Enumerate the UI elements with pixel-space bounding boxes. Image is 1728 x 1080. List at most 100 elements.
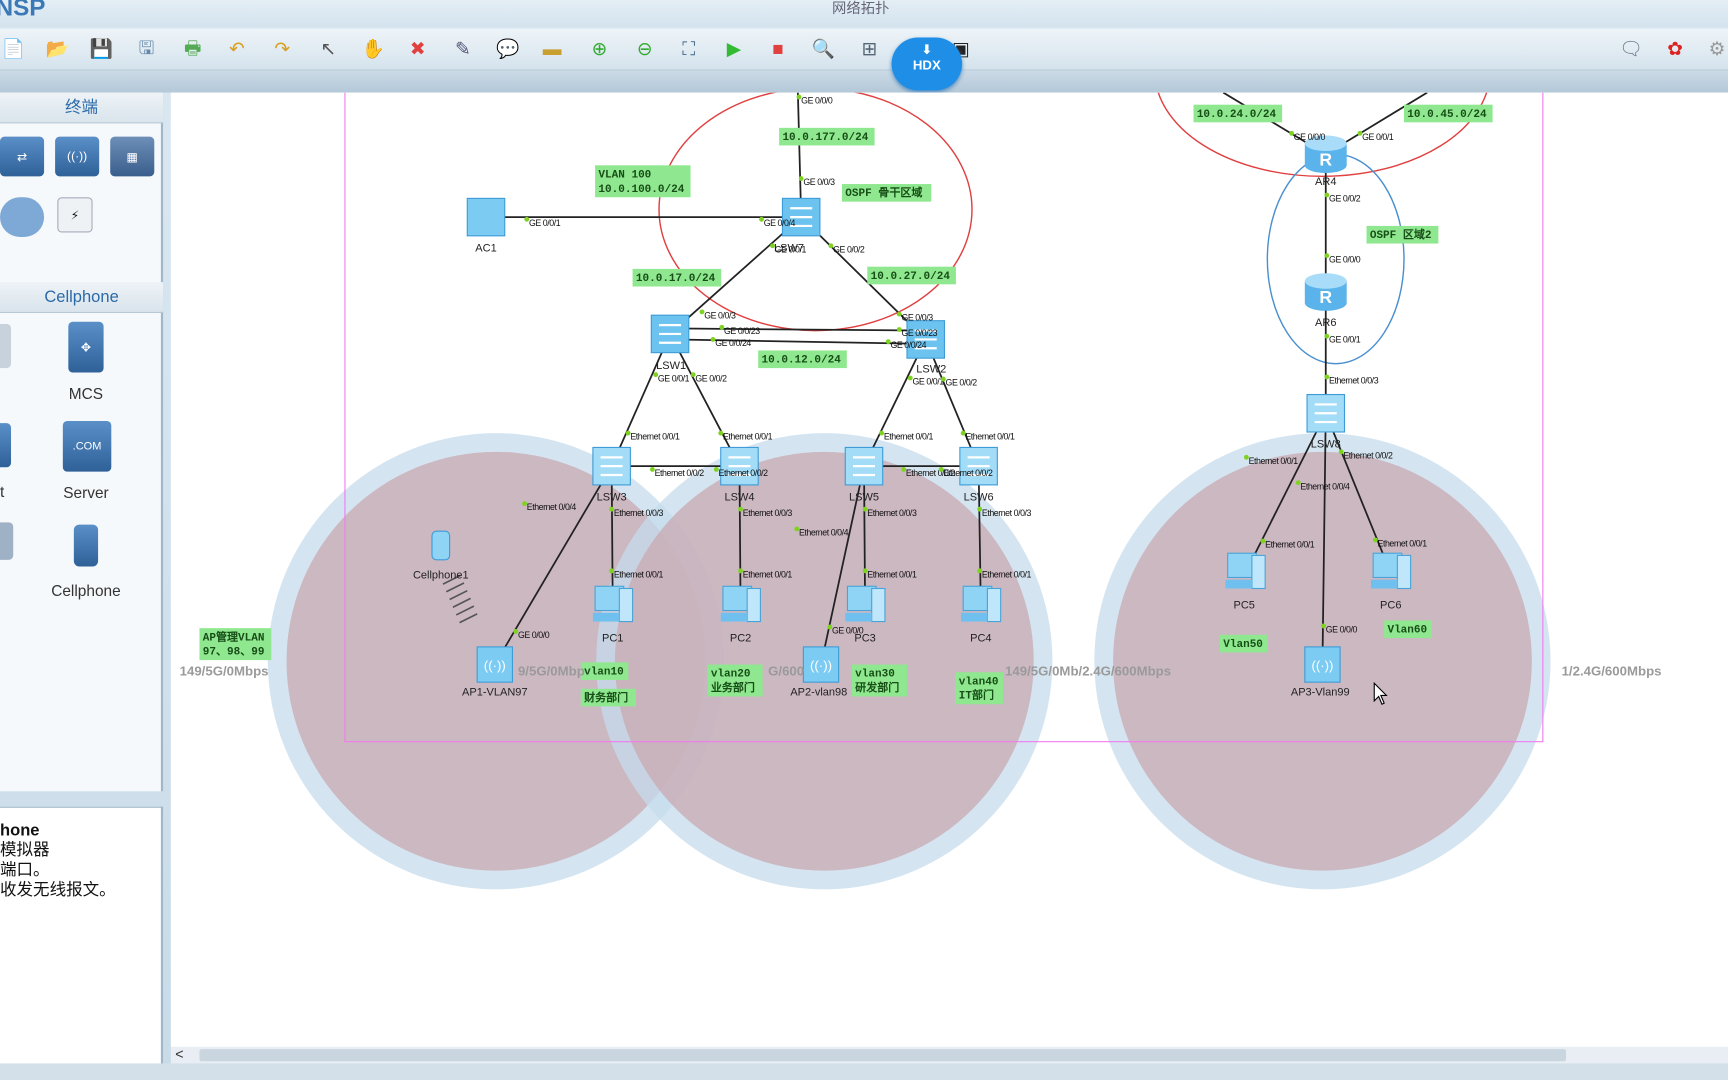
ap-ap2-vlan98-icon[interactable]: ((·)): [802, 646, 840, 683]
switch-lsw6-icon[interactable]: [959, 446, 998, 486]
switch-lsw8-icon[interactable]: [1306, 393, 1346, 433]
link[interactable]: [610, 333, 671, 467]
device-partial-icon[interactable]: [0, 423, 12, 468]
link[interactable]: [669, 333, 741, 467]
print-icon[interactable]: 🖶: [179, 35, 208, 64]
new-topology-icon[interactable]: 📄: [0, 35, 28, 64]
description-line: 收发无线报文。: [0, 880, 116, 900]
link[interactable]: [670, 327, 926, 332]
device-link-icon[interactable]: ⚡: [57, 197, 93, 233]
delete-icon[interactable]: ✖: [403, 35, 432, 64]
open-icon[interactable]: 📂: [43, 35, 72, 64]
port-label: GE 0/0/2: [695, 373, 727, 383]
device-firewall-icon[interactable]: ▦: [110, 136, 155, 177]
device-cellphone-icon[interactable]: [73, 524, 99, 567]
link[interactable]: [863, 466, 866, 607]
horizontal-scrollbar[interactable]: <: [170, 1046, 1728, 1064]
toolbar: 📄 📂 💾 🖫 🖶 ↶ ↷ ↖ ✋ ✖ ✎ 💬 ▬ ⊕ ⊖ ⛶ ▶ ■ 🔍 ⊞ ▣ 🗨 ✿ ⚙: [0, 28, 1728, 71]
link[interactable]: [610, 466, 614, 607]
save-icon[interactable]: 💾: [87, 35, 116, 64]
node-label: AP2-vlan98: [790, 686, 847, 698]
topology-diagram[interactable]: LSW7AC1LSW1 LSW2LSW3 LSW4 LSW5 LSW6PC1 PC2 PC3…: [171, 92, 1728, 1047]
device-mcs-icon[interactable]: ✥: [68, 321, 104, 373]
annotation-label[interactable]: AP管理VLAN 97、98、99: [199, 628, 272, 661]
device-server-icon[interactable]: .COM: [62, 420, 112, 472]
annotation-text: vlan10: [584, 666, 624, 678]
device-partial-icon[interactable]: [0, 323, 12, 369]
pc-pc5-icon[interactable]: [1225, 552, 1266, 590]
fit-icon[interactable]: ⛶: [674, 35, 703, 64]
device-switch-icon[interactable]: ⇄: [0, 136, 45, 177]
select-icon[interactable]: ↖: [314, 35, 343, 64]
annotation-label[interactable]: OSPF 区域2: [1366, 225, 1439, 244]
scroll-left-arrow[interactable]: <: [175, 1046, 183, 1063]
annotation-label[interactable]: VLAN 100 10.0.100.0/24: [595, 165, 691, 198]
annotation-label[interactable]: 财务部门: [580, 688, 636, 707]
annotation-label[interactable]: 10.0.27.0/24: [867, 266, 956, 285]
annotation-label[interactable]: 10.0.24.0/24: [1193, 104, 1283, 123]
port-label: GE 0/0/1: [1362, 132, 1394, 142]
phone-cellphone1-icon[interactable]: [431, 530, 451, 561]
port-label: Ethernet 0/0/2: [1343, 450, 1393, 460]
annotation-label[interactable]: 10.0.177.0/24: [779, 127, 875, 146]
switch-lsw4-icon[interactable]: [720, 446, 759, 486]
pan-icon[interactable]: ✋: [359, 35, 388, 64]
annotation-label[interactable]: Vlan60: [1384, 620, 1432, 639]
save-as-icon[interactable]: 🖫: [132, 35, 161, 64]
pc-pc2-icon[interactable]: [720, 585, 761, 623]
annotation-text: 97、98、99: [203, 647, 265, 659]
annotation-label[interactable]: Vlan50: [1219, 634, 1268, 653]
feedback-icon[interactable]: 🗨: [1617, 35, 1646, 64]
pc-pc6-icon[interactable]: [1370, 552, 1412, 590]
section-header-terminal[interactable]: 终端: [0, 92, 164, 124]
toolbar-strip: [0, 70, 1728, 93]
ap-ap1-vlan97-icon[interactable]: ((·)): [476, 646, 513, 683]
device-cloud-icon[interactable]: [0, 197, 45, 237]
scrollbar-thumb[interactable]: [199, 1049, 1566, 1062]
hdx-download-button[interactable]: ⬇ HDX: [891, 37, 963, 91]
pc-pc3-icon[interactable]: [845, 585, 886, 623]
palette-icon[interactable]: ▬: [538, 35, 567, 64]
l3switch-lsw1-icon[interactable]: [650, 314, 690, 354]
stop-device-icon[interactable]: ■: [764, 35, 793, 64]
router-ar6-icon[interactable]: R: [1304, 273, 1347, 311]
text-note-icon[interactable]: 💬: [494, 35, 523, 64]
huawei-icon[interactable]: ✿: [1661, 35, 1690, 64]
switch-lsw3-icon[interactable]: [592, 446, 631, 486]
annotation-label[interactable]: vlan30研发部门: [851, 664, 907, 697]
undo-icon[interactable]: ↶: [223, 35, 252, 64]
switch-lsw5-icon[interactable]: [844, 446, 884, 486]
redo-icon[interactable]: ↷: [268, 35, 297, 64]
port-label: Ethernet 0/0/3: [614, 508, 664, 518]
pc-pc1-icon[interactable]: [592, 585, 634, 623]
annotation-label[interactable]: vlan40IT部门: [955, 672, 1004, 705]
pc-pc4-icon[interactable]: [960, 585, 1002, 623]
annotation-label[interactable]: 10.0.17.0/24: [632, 268, 722, 287]
ap-ap3-vlan99-icon[interactable]: ((·)): [1304, 646, 1341, 683]
node-label: AR4: [1315, 176, 1336, 188]
settings-icon[interactable]: ⚙: [1703, 35, 1728, 64]
topology-icon[interactable]: ⊞: [855, 35, 884, 64]
start-device-icon[interactable]: ▶: [720, 35, 749, 64]
port-label: Ethernet 0/0/1: [965, 432, 1015, 442]
port-label: Ethernet 0/0/3: [743, 508, 793, 518]
annotation-label[interactable]: vlan20业务部门: [707, 664, 763, 697]
node-label: AC1: [475, 242, 496, 254]
annotation-label[interactable]: OSPF 骨干区域: [841, 184, 932, 202]
delete-link-icon[interactable]: ✎: [449, 35, 478, 64]
link[interactable]: [738, 466, 742, 607]
topology-canvas[interactable]: LSW7 AC1 LSW1 LSW2 LSW3 LSW4 LSW5 LSW6 PC1 PC2 PC3…: [170, 92, 1728, 1047]
annotation-label[interactable]: 10.0.45.0/24: [1403, 104, 1493, 123]
zoom-in-icon[interactable]: ⊕: [585, 35, 614, 64]
zoom-out-icon[interactable]: ⊖: [630, 35, 659, 64]
ap-rate-label: 149/5G/0Mbps: [180, 664, 269, 679]
annotation-text: 10.0.24.0/24: [1197, 109, 1277, 121]
device-partial-icon[interactable]: [0, 522, 14, 560]
capture-icon[interactable]: 🔍: [809, 35, 838, 64]
ac-ac1-icon[interactable]: [466, 197, 506, 237]
port-label: Ethernet 0/0/3: [1329, 376, 1379, 386]
ap-rate-label: 1/2.4G/600Mbps: [1562, 664, 1662, 679]
annotation-label[interactable]: 10.0.12.0/24: [758, 350, 847, 369]
device-ap-icon[interactable]: ((·)): [55, 136, 100, 177]
annotation-label[interactable]: vlan10: [580, 662, 629, 680]
